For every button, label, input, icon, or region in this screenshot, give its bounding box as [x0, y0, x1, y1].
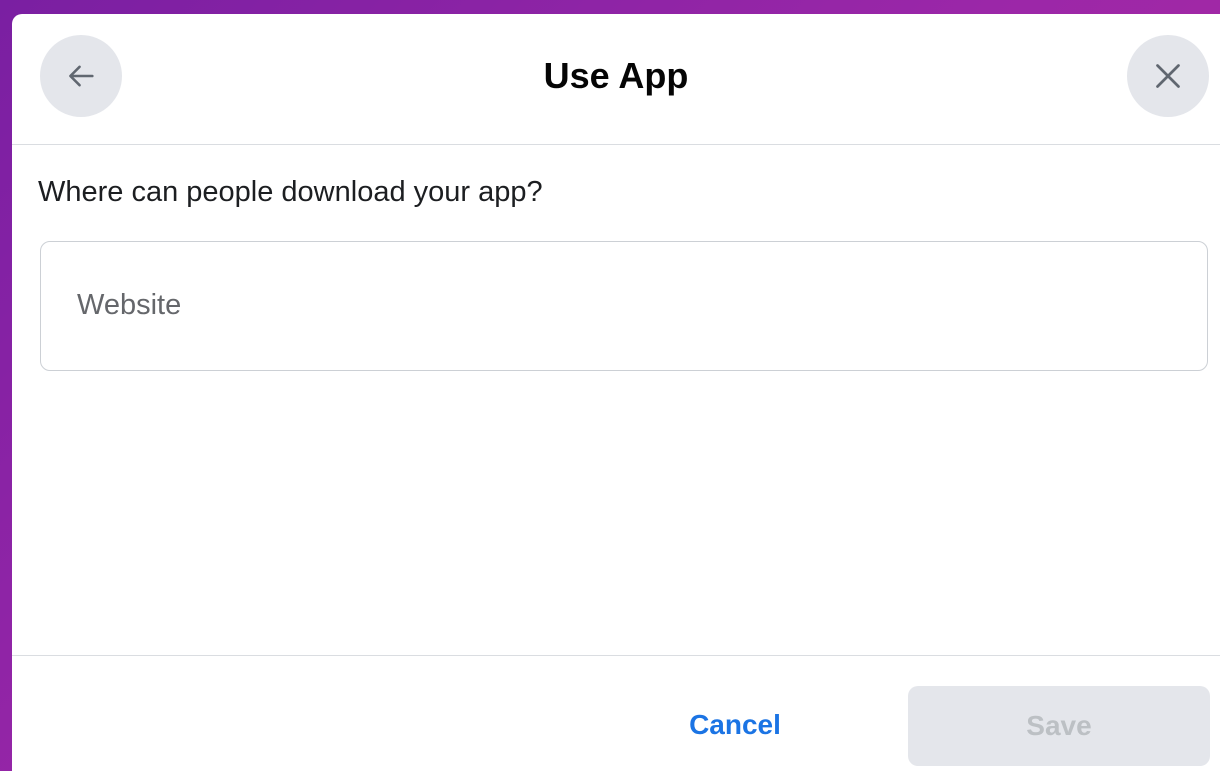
website-input[interactable]: [77, 242, 1177, 369]
dialog-header: Use App: [12, 14, 1220, 145]
save-button[interactable]: Save: [908, 686, 1210, 766]
dialog-footer: Cancel Save: [12, 655, 1220, 771]
back-button[interactable]: [40, 35, 122, 117]
cancel-button[interactable]: Cancel: [652, 686, 818, 764]
arrow-left-icon: [69, 65, 94, 87]
use-app-dialog: Use App Where can people download your a…: [12, 14, 1220, 771]
close-x-icon: [1156, 64, 1180, 88]
download-question: Where can people download your app?: [38, 176, 543, 208]
close-button[interactable]: [1127, 35, 1209, 117]
dialog-title: Use App: [543, 55, 689, 96]
website-field[interactable]: [40, 241, 1208, 371]
